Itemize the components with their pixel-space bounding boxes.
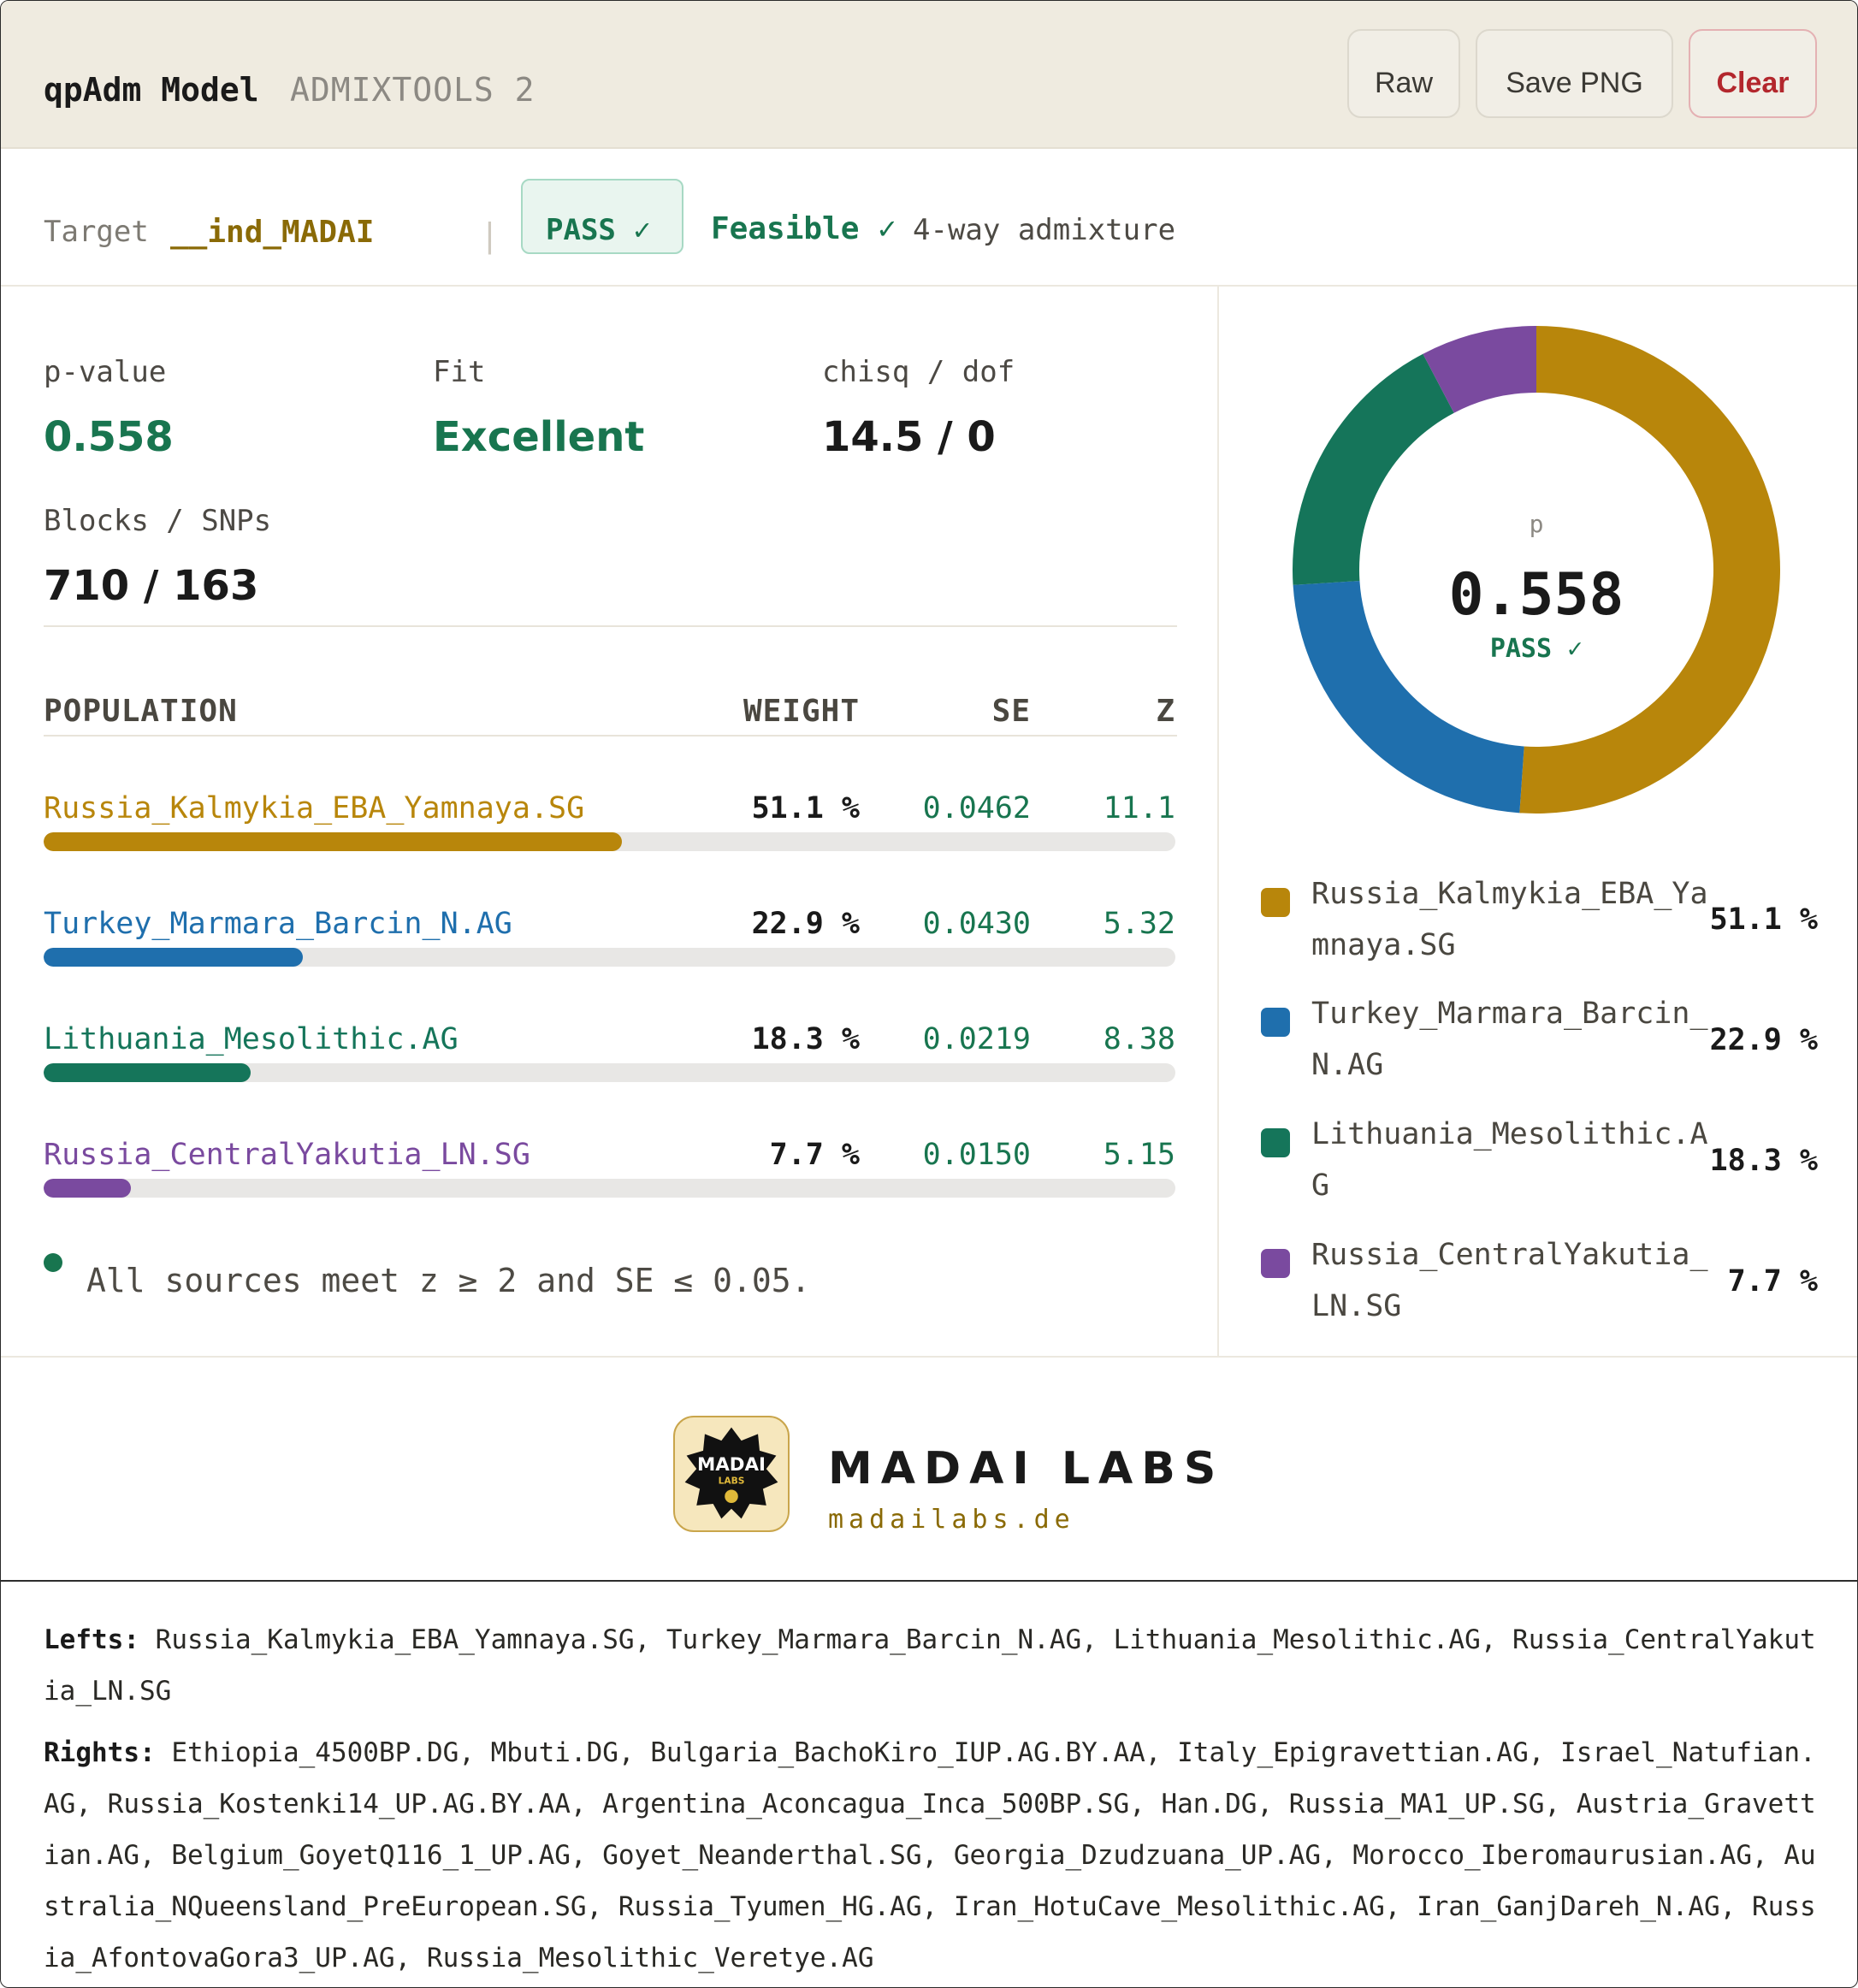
brand-name: MADAI LABS	[828, 1443, 1225, 1494]
weight-bar-fill	[44, 1179, 131, 1198]
target-row: Target __ind_MADAI | PASS ✓ Feasible ✓ 4…	[1, 148, 1857, 287]
z-value: 11.1	[1103, 791, 1175, 825]
header-bar: qpAdm Model ADMIXTOOLS 2 Raw Save PNG Cl…	[1, 1, 1857, 149]
qpadm-model-card: qpAdm Model ADMIXTOOLS 2 Raw Save PNG Cl…	[0, 0, 1858, 1988]
lefts-label: Lefts:	[44, 1624, 139, 1655]
target-label: Target	[44, 215, 149, 249]
weight-value: 7.7 %	[769, 1138, 860, 1172]
population-name: Russia_CentralYakutia_LN.SG	[44, 1138, 530, 1172]
page-title: qpAdm Model	[44, 71, 259, 109]
chisq-label: chisq / dof	[822, 355, 1015, 389]
madai-labs-logo: MADAI LABS	[673, 1416, 790, 1532]
validation-note: All sources meet z ≥ 2 and SE ≤ 0.05.	[86, 1262, 811, 1299]
blocks-label: Blocks / SNPs	[44, 504, 272, 538]
weight-bar	[44, 948, 1175, 967]
population-name: Lithuania_Mesolithic.AG	[44, 1022, 459, 1056]
status-dot-icon	[44, 1253, 62, 1272]
brand-area: MADAI LABS MADAI LABS madailabs.de	[1, 1356, 1857, 1582]
logo-subtext: LABS	[719, 1476, 745, 1487]
target-value: __ind_MADAI	[170, 215, 375, 250]
z-value: 5.15	[1103, 1138, 1175, 1172]
rights-label: Rights:	[44, 1737, 156, 1768]
lefts-list: Russia_Kalmykia_EBA_Yamnaya.SG, Turkey_M…	[44, 1624, 1816, 1707]
blocks-value: 710 / 163	[44, 562, 259, 610]
legend-swatch	[1261, 1128, 1290, 1157]
z-value: 8.38	[1103, 1022, 1175, 1056]
feasible-status: Feasible ✓	[711, 211, 896, 246]
brand-url: madailabs.de	[828, 1505, 1075, 1535]
col-population: POPULATION	[44, 694, 238, 729]
fit-value: Excellent	[433, 413, 645, 461]
results-panel: p-value 0.558 Fit Excellent chisq / dof …	[1, 287, 1217, 1356]
legend-percent: 22.9 %	[1709, 1023, 1818, 1057]
panel-divider	[1217, 287, 1219, 1356]
legend-percent: 51.1 %	[1709, 902, 1818, 937]
legend-percent: 7.7 %	[1727, 1264, 1818, 1299]
raw-button[interactable]: Raw	[1347, 29, 1460, 118]
save-png-button[interactable]: Save PNG	[1476, 29, 1673, 118]
lefts-line: Lefts: Russia_Kalmykia_EBA_Yamnaya.SG, T…	[44, 1614, 1819, 1717]
model-type: 4-way admixture	[913, 213, 1176, 247]
legend-swatch	[1261, 1249, 1290, 1278]
z-value: 5.32	[1103, 907, 1175, 941]
chisq-value: 14.5 / 0	[822, 413, 996, 461]
weight-bar-fill	[44, 832, 623, 851]
col-weight: WEIGHT	[743, 694, 860, 729]
legend-swatch	[1261, 888, 1290, 917]
rights-list: Ethiopia_4500BP.DG, Mbuti.DG, Bulgaria_B…	[44, 1737, 1816, 1973]
pvalue-label: p-value	[44, 355, 167, 389]
weight-bar	[44, 832, 1175, 851]
col-z: Z	[1156, 694, 1175, 729]
clear-button[interactable]: Clear	[1689, 29, 1817, 118]
page-subtitle: ADMIXTOOLS 2	[290, 71, 536, 109]
separator: |	[480, 216, 500, 254]
donut-center-value: 0.558	[1449, 561, 1624, 629]
weight-value: 18.3 %	[751, 1022, 860, 1056]
donut-segment-3	[1293, 353, 1454, 585]
weight-bar	[44, 1063, 1175, 1082]
population-name: Russia_Kalmykia_EBA_Yamnaya.SG	[44, 791, 585, 825]
pass-badge: PASS ✓	[521, 179, 683, 254]
legend-percent: 18.3 %	[1709, 1144, 1818, 1178]
donut-center-label: p	[1530, 510, 1544, 538]
weight-bar	[44, 1179, 1175, 1198]
donut-center-status: PASS ✓	[1490, 634, 1583, 664]
divider	[44, 625, 1177, 627]
weight-value: 22.9 %	[751, 907, 860, 941]
legend-swatch	[1261, 1008, 1290, 1037]
fit-label: Fit	[433, 355, 486, 389]
model-populations: Lefts: Russia_Kalmykia_EBA_Yamnaya.SG, T…	[44, 1614, 1819, 1987]
weight-bar-fill	[44, 1063, 251, 1082]
population-name: Turkey_Marmara_Barcin_N.AG	[44, 907, 512, 941]
weight-value: 51.1 %	[751, 791, 860, 825]
rights-line: Rights: Ethiopia_4500BP.DG, Mbuti.DG, Bu…	[44, 1727, 1819, 1984]
logo-text: MADAI	[697, 1454, 766, 1476]
weight-bar-fill	[44, 948, 303, 967]
pvalue-value: 0.558	[44, 413, 174, 461]
weights-donut-chart: p 0.558 PASS ✓	[1293, 326, 1780, 814]
table-header-divider	[44, 735, 1177, 737]
